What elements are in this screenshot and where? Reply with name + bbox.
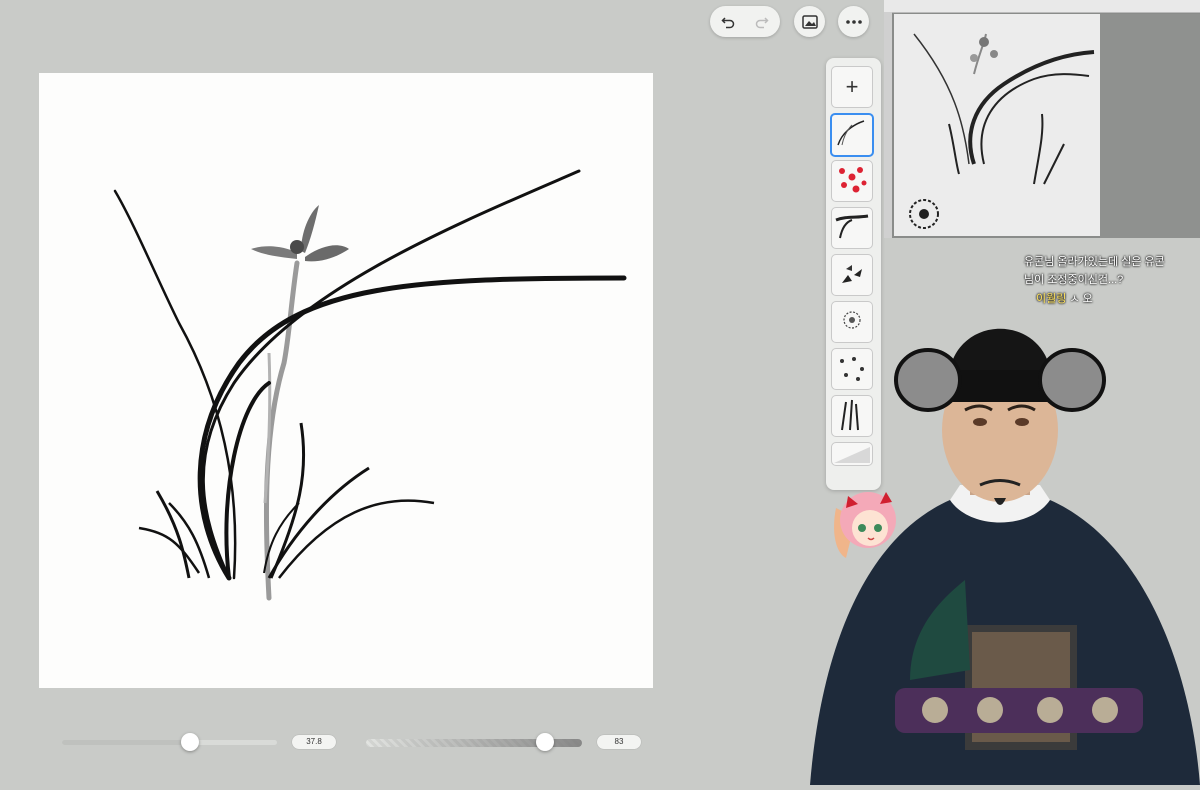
undo-icon[interactable] bbox=[711, 15, 745, 29]
brush-red-dots[interactable] bbox=[831, 160, 873, 202]
more-button[interactable] bbox=[838, 6, 869, 37]
gallery-button[interactable] bbox=[794, 6, 825, 37]
reference-side-toolbar bbox=[884, 12, 892, 238]
orchid-painting bbox=[113, 169, 627, 601]
opacity-value: 83 bbox=[597, 735, 641, 749]
brush-pine-branch[interactable] bbox=[831, 207, 873, 249]
add-brush-button[interactable]: + bbox=[831, 66, 873, 108]
reference-toolbar bbox=[884, 0, 1200, 13]
redo-icon[interactable] bbox=[745, 15, 779, 29]
reference-image bbox=[894, 14, 1100, 236]
more-icon bbox=[845, 19, 862, 24]
undo-redo-group bbox=[710, 6, 780, 37]
chat-line-1: 유콘님 올라가있는데 실은 유콘 bbox=[1024, 256, 1165, 268]
reference-gray-area bbox=[1100, 14, 1200, 238]
brush-size-fill bbox=[62, 740, 187, 745]
image-icon bbox=[801, 14, 818, 29]
brush-size-value: 37.8 bbox=[292, 735, 336, 749]
opacity-handle[interactable] bbox=[536, 733, 554, 751]
reference-window bbox=[884, 0, 1200, 238]
drawing-canvas[interactable] bbox=[39, 73, 653, 688]
brush-size-handle[interactable] bbox=[181, 733, 199, 751]
mascot-sticker bbox=[826, 478, 906, 563]
brush-orchid-leaf[interactable] bbox=[830, 113, 874, 157]
brush-size-slider[interactable] bbox=[62, 740, 277, 745]
